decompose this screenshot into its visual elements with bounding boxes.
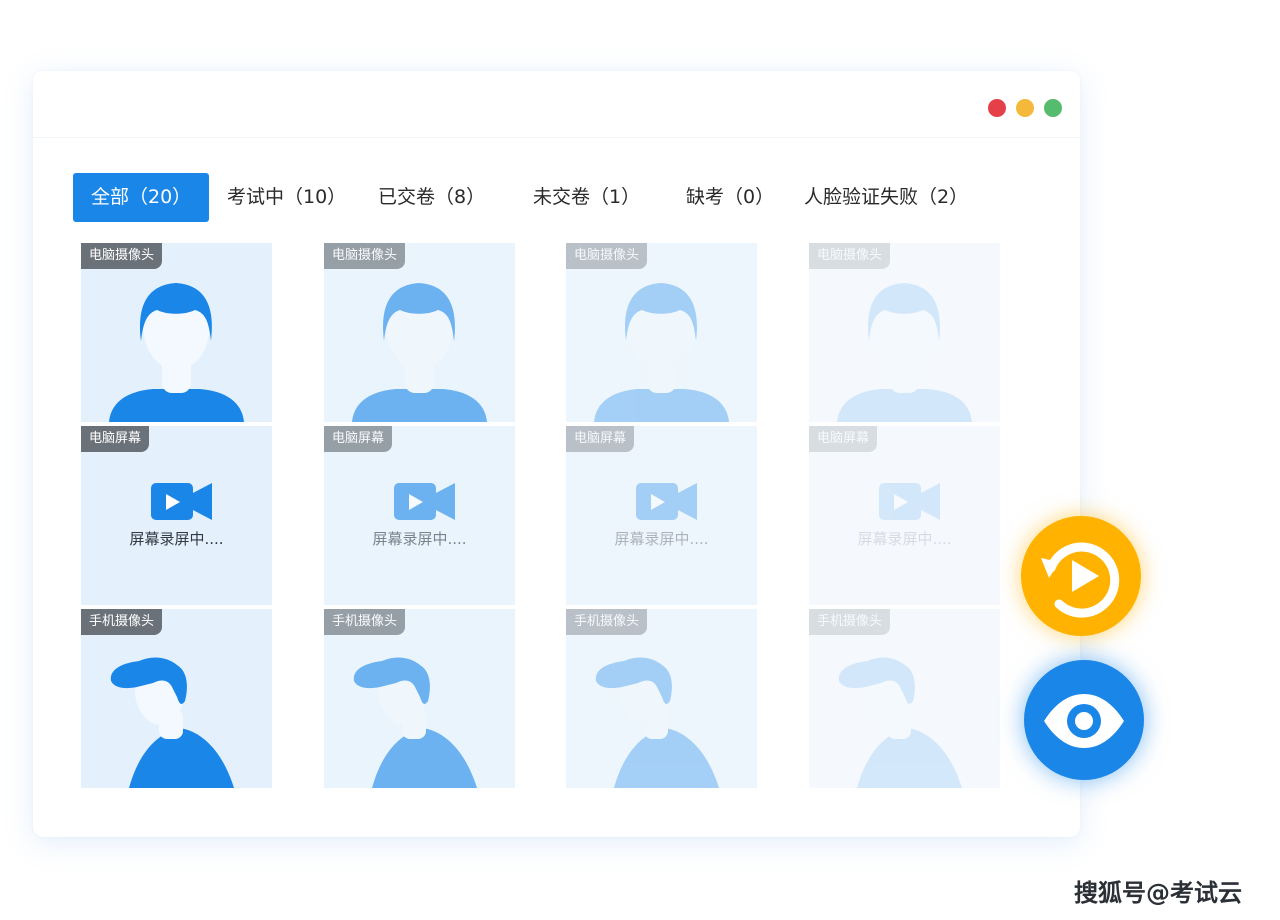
tab-face-verify-failed[interactable]: 人脸验证失败（2） — [804, 173, 968, 222]
pc-camera-feed[interactable]: 电脑摄像头 — [809, 243, 1000, 422]
feed-source-tag: 电脑摄像头 — [809, 243, 891, 269]
tab-all[interactable]: 全部（20） — [73, 173, 210, 222]
student-avatar-icon — [837, 283, 972, 422]
feed-source-tag: 电脑屏幕 — [809, 426, 878, 452]
phone-camera-feed[interactable]: 手机摄像头 — [809, 609, 1000, 788]
student-avatar-icon — [109, 283, 244, 422]
screen-recording-status: 屏幕录屏中.... — [372, 530, 467, 548]
video-camera-icon — [879, 483, 940, 520]
window-minimize-button[interactable] — [1016, 99, 1034, 117]
window-close-button[interactable] — [988, 99, 1006, 117]
student-side-view-icon — [110, 657, 234, 788]
student-avatar-icon — [352, 283, 487, 422]
screen-feed[interactable]: 电脑屏幕 屏幕录屏中.... — [809, 426, 1000, 605]
feed-source-tag: 手机摄像头 — [324, 609, 406, 635]
tab-absent[interactable]: 缺考（0） — [686, 173, 774, 222]
video-camera-icon — [151, 483, 212, 520]
screen-recording-status: 屏幕录屏中.... — [614, 530, 709, 548]
window-titlebar — [33, 71, 1080, 138]
feed-source-tag: 电脑摄像头 — [566, 243, 648, 269]
feed-source-tag: 电脑摄像头 — [324, 243, 406, 269]
replay-button[interactable] — [1021, 516, 1141, 636]
video-camera-icon — [394, 483, 455, 520]
feed-source-tag: 手机摄像头 — [809, 609, 891, 635]
phone-camera-feed[interactable]: 手机摄像头 — [566, 609, 757, 788]
phone-camera-feed[interactable]: 手机摄像头 — [324, 609, 515, 788]
screen-feed[interactable]: 电脑屏幕 屏幕录屏中.... — [324, 426, 515, 605]
phone-camera-feed[interactable]: 手机摄像头 — [81, 609, 272, 788]
tab-submitted[interactable]: 已交卷（8） — [378, 173, 485, 222]
replay-icon — [1041, 542, 1120, 618]
feed-source-tag: 电脑摄像头 — [81, 243, 163, 269]
student-side-view-icon — [595, 657, 719, 788]
feed-source-tag: 电脑屏幕 — [566, 426, 635, 452]
pc-camera-feed[interactable]: 电脑摄像头 — [566, 243, 757, 422]
watermark: 搜狐号@考试云 — [1074, 879, 1242, 907]
window-zoom-button[interactable] — [1044, 99, 1062, 117]
pc-camera-feed[interactable]: 电脑摄像头 — [324, 243, 515, 422]
screen-feed[interactable]: 电脑屏幕 屏幕录屏中.... — [566, 426, 757, 605]
student-side-view-icon — [353, 657, 477, 788]
screen-recording-status: 屏幕录屏中.... — [129, 530, 224, 548]
eye-icon — [1044, 694, 1124, 748]
tab-in-exam[interactable]: 考试中（10） — [227, 173, 346, 222]
feed-source-tag: 电脑屏幕 — [324, 426, 393, 452]
screen-recording-status: 屏幕录屏中.... — [857, 530, 952, 548]
feed-source-tag: 手机摄像头 — [81, 609, 163, 635]
tab-not-submitted[interactable]: 未交卷（1） — [533, 173, 640, 222]
screen-feed[interactable]: 电脑屏幕 屏幕录屏中.... — [81, 426, 272, 605]
student-side-view-icon — [838, 657, 962, 788]
pc-camera-feed[interactable]: 电脑摄像头 — [81, 243, 272, 422]
view-button[interactable] — [1024, 660, 1144, 780]
student-avatar-icon — [594, 283, 729, 422]
feed-source-tag: 手机摄像头 — [566, 609, 648, 635]
exam-monitor-window: 全部（20） 考试中（10） 已交卷（8） 未交卷（1） 缺考（0） 人脸验证失… — [33, 71, 1080, 837]
video-camera-icon — [636, 483, 697, 520]
feed-source-tag: 电脑屏幕 — [81, 426, 150, 452]
